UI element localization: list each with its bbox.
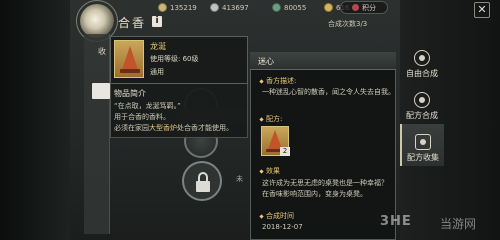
tab-recipe-synthesis[interactable]: 配方合成 — [400, 82, 444, 124]
silver-icon — [210, 3, 219, 12]
item-level: 使用等级: 60级 — [150, 55, 199, 63]
jade-icon — [272, 3, 281, 12]
highlight-text: 大型香炉 — [149, 124, 177, 132]
recipe-label: 配方: — [260, 114, 282, 124]
recipe-title: 迷心 — [258, 57, 274, 66]
info-button[interactable]: i — [152, 16, 162, 27]
recipe-count-badge: 2 — [280, 147, 290, 156]
desc-label: 香方描述: — [260, 76, 296, 86]
effect-label: 效果 — [260, 166, 280, 176]
points-icon — [352, 4, 359, 11]
points-label: 积分 — [362, 3, 376, 12]
page-title: 合香 — [118, 16, 147, 30]
effect-line: 这许成为无思无虑的桌凳也是一种幸福？ — [262, 179, 388, 187]
item-type: 通用 — [150, 68, 164, 76]
locked-slot[interactable] — [182, 161, 222, 201]
points-button[interactable]: 积分 — [340, 1, 388, 14]
watermark-site: 当游网 — [440, 217, 477, 231]
tab-label: 自由合成 — [406, 69, 438, 78]
background-left — [0, 0, 70, 240]
item-intro-line: 必须在家园大型香炉处合香才能使用。 — [114, 124, 233, 132]
book-icon — [415, 134, 431, 150]
effect-line: 在香味影响范围内，变身为桌凳。 — [262, 190, 367, 198]
left-list-item[interactable] — [92, 83, 110, 99]
coin-icon — [158, 3, 167, 12]
time-label: 合成时间 — [260, 211, 294, 221]
slot-status-text: 未 — [236, 175, 243, 183]
item-intro-line: 用于合香的香料。 — [114, 113, 170, 121]
left-tab-label[interactable]: 收 — [98, 46, 106, 57]
tab-recipe-collection[interactable]: 配方收集 — [400, 124, 444, 166]
desc-text: 一种迷乱心智的散香，闻之令人失去自我。 — [262, 88, 395, 96]
resource-bar: 135219 413697 80055 616 — [110, 0, 500, 16]
synthesis-count: 合成次数3/3 — [328, 20, 368, 28]
tab-label: 配方合成 — [406, 111, 438, 120]
time-value: 2018-12-07 — [262, 223, 303, 231]
item-intro-title: 物品简介 — [114, 89, 146, 98]
item-intro-line: “在点取，龙涎笃羁。” — [114, 102, 181, 110]
gold-icon — [324, 3, 333, 12]
close-button[interactable]: ✕ — [474, 2, 490, 18]
resource-jade: 80055 — [272, 3, 306, 12]
incense-cone-icon — [114, 40, 144, 78]
resource-value: 135219 — [170, 3, 197, 12]
resource-coins: 135219 — [158, 3, 197, 12]
tab-free-synthesis[interactable]: 自由合成 — [400, 40, 444, 82]
left-panel — [84, 34, 110, 234]
lotus-icon — [414, 50, 430, 66]
item-name: 龙涎 — [150, 42, 166, 51]
resource-silver: 413697 — [210, 3, 249, 12]
resource-value: 413697 — [222, 3, 249, 12]
cauldron-icon — [414, 92, 430, 108]
tab-label: 配方收集 — [407, 153, 439, 162]
watermark-logo: 3HE — [380, 214, 412, 229]
resource-value: 80055 — [284, 3, 307, 12]
moon-decoration — [80, 4, 114, 38]
